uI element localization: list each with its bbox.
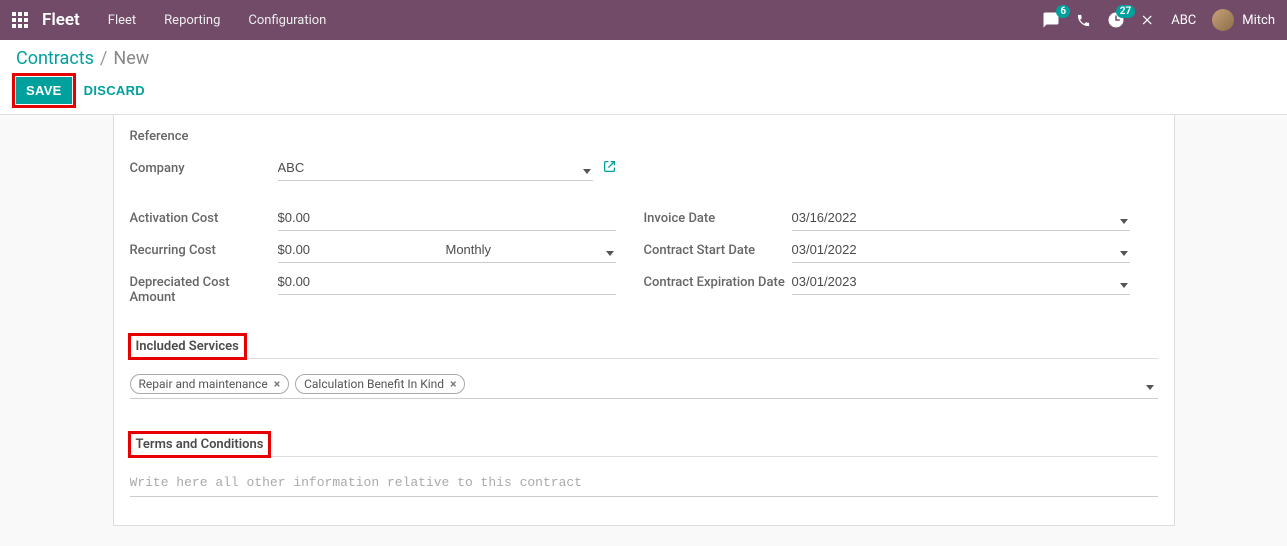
activation-cost-field[interactable] xyxy=(278,205,616,231)
menu-fleet[interactable]: Fleet xyxy=(108,13,136,28)
user-menu[interactable]: Mitch xyxy=(1212,9,1275,31)
tag-remove-icon[interactable]: × xyxy=(274,377,280,391)
avatar xyxy=(1212,9,1234,31)
invoice-date-label: Invoice Date xyxy=(644,205,792,226)
user-name: Mitch xyxy=(1242,13,1275,28)
menu-reporting[interactable]: Reporting xyxy=(164,13,220,28)
included-services-field[interactable]: Repair and maintenance × Calculation Ben… xyxy=(130,369,1158,399)
tag-label: Repair and maintenance xyxy=(139,377,268,391)
terms-field[interactable] xyxy=(130,467,1158,497)
apps-menu-icon[interactable] xyxy=(12,12,28,28)
depreciated-cost-label: Depreciated Cost Amount xyxy=(130,269,278,305)
action-buttons: SAVE DISCARD xyxy=(16,77,1271,104)
tag-label: Calculation Benefit In Kind xyxy=(304,377,444,391)
recurring-cost-amount-field[interactable] xyxy=(278,237,446,263)
tag-benefit-in-kind[interactable]: Calculation Benefit In Kind × xyxy=(295,374,465,394)
chevron-down-icon xyxy=(1146,379,1154,394)
activities-icon[interactable]: 27 xyxy=(1107,11,1125,29)
company-label: Company xyxy=(130,155,278,176)
company-field[interactable] xyxy=(278,155,593,181)
invoice-date-field[interactable] xyxy=(792,205,1130,231)
breadcrumb: Contracts / New xyxy=(16,48,1271,69)
terms-heading: Terms and Conditions xyxy=(130,433,270,456)
tag-repair-maintenance[interactable]: Repair and maintenance × xyxy=(130,374,290,394)
breadcrumb-current: New xyxy=(113,48,149,69)
phone-icon[interactable] xyxy=(1076,13,1091,28)
save-button[interactable]: SAVE xyxy=(16,77,72,104)
breadcrumb-sep: / xyxy=(100,48,107,69)
discard-button[interactable]: DISCARD xyxy=(84,83,145,98)
form-background: Reference Company xyxy=(0,115,1287,546)
activation-cost-label: Activation Cost xyxy=(130,205,278,226)
main-menu: Fleet Reporting Configuration xyxy=(108,13,327,28)
messages-icon[interactable]: 6 xyxy=(1042,11,1060,29)
activities-badge: 27 xyxy=(1116,5,1135,18)
included-services-heading: Included Services xyxy=(130,335,245,358)
expiration-date-label: Contract Expiration Date xyxy=(644,269,792,290)
start-date-field[interactable] xyxy=(792,237,1130,263)
app-brand[interactable]: Fleet xyxy=(42,10,80,30)
start-date-label: Contract Start Date xyxy=(644,237,792,258)
form-sheet: Reference Company xyxy=(113,115,1175,526)
tag-remove-icon[interactable]: × xyxy=(450,377,456,391)
close-icon[interactable] xyxy=(1141,13,1155,27)
control-panel: Contracts / New SAVE DISCARD xyxy=(0,40,1287,115)
recurring-cost-label: Recurring Cost xyxy=(130,237,278,258)
depreciated-cost-field[interactable] xyxy=(278,269,616,295)
company-name: ABC xyxy=(1171,13,1196,28)
top-navbar: Fleet Fleet Reporting Configuration 6 27… xyxy=(0,0,1287,40)
messages-badge: 6 xyxy=(1056,5,1070,18)
recurring-cost-frequency-field[interactable] xyxy=(446,237,616,263)
expiration-date-field[interactable] xyxy=(792,269,1130,295)
breadcrumb-root[interactable]: Contracts xyxy=(16,48,94,69)
company-switcher[interactable]: ABC xyxy=(1171,13,1196,28)
menu-configuration[interactable]: Configuration xyxy=(248,13,326,28)
reference-label: Reference xyxy=(130,123,278,144)
external-link-icon[interactable] xyxy=(603,160,616,177)
